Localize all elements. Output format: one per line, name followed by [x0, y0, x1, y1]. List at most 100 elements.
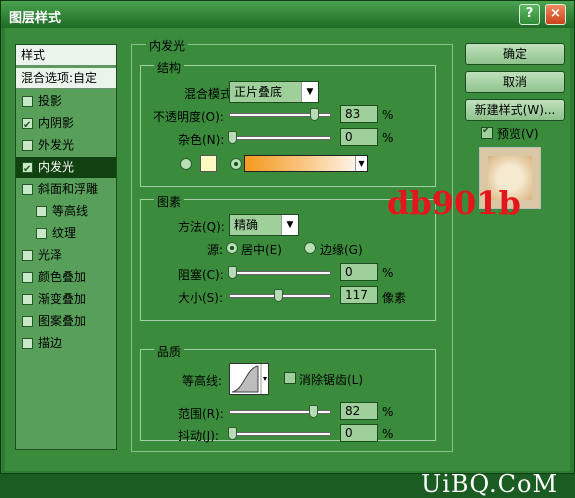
noise-slider-thumb[interactable]: [228, 131, 237, 144]
style-item[interactable]: 颜色叠加: [16, 267, 116, 288]
jitter-unit: %: [382, 427, 394, 441]
quality-title: 品质: [154, 343, 185, 360]
style-item-checkbox[interactable]: [36, 228, 47, 239]
style-item-label: 内发光: [38, 160, 75, 174]
style-item[interactable]: 投影: [16, 91, 116, 112]
cancel-button[interactable]: 取消: [465, 71, 565, 93]
style-item-checkbox[interactable]: [22, 250, 33, 261]
noise-label: 杂色(N):: [178, 133, 225, 147]
contour-picker[interactable]: [229, 363, 269, 395]
watermark-text: db901b: [387, 184, 521, 222]
method-value: 精确: [234, 218, 259, 232]
style-item-label: 描边: [38, 336, 63, 350]
style-item[interactable]: 渐变叠加: [16, 289, 116, 310]
contour-label: 等高线:: [182, 374, 223, 388]
size-slider-thumb[interactable]: [274, 289, 283, 302]
range-slider-thumb[interactable]: [309, 405, 318, 418]
style-item-label: 图案叠加: [38, 314, 87, 328]
opacity-slider[interactable]: [229, 108, 331, 121]
style-item-label: 外发光: [38, 138, 75, 152]
source-center-label[interactable]: 居中(E): [241, 241, 282, 258]
style-item-checkbox[interactable]: [22, 160, 33, 180]
size-slider[interactable]: [229, 289, 331, 302]
choke-input[interactable]: 0: [340, 263, 378, 281]
new-style-button[interactable]: 新建样式(W)...: [465, 99, 565, 121]
blend-mode-select[interactable]: 正片叠底 ▼: [229, 81, 319, 103]
size-label: 大小(S):: [178, 291, 224, 305]
jitter-slider-thumb[interactable]: [228, 427, 237, 440]
style-item[interactable]: 描边: [16, 333, 116, 354]
source-label: 源:: [207, 243, 224, 257]
inner-glow-panel: 内发光 结构 混合模式: 正片叠底 ▼ 不透明度(O): 83 % 杂色(N):…: [131, 37, 453, 452]
jitter-slider[interactable]: [228, 427, 331, 440]
style-item-label: 投影: [38, 94, 63, 108]
noise-input[interactable]: 0: [340, 128, 378, 146]
gradient-mode-radio[interactable]: [230, 158, 242, 170]
jitter-input[interactable]: 0: [340, 424, 378, 442]
style-item-checkbox[interactable]: [22, 272, 33, 283]
style-item[interactable]: 光泽: [16, 245, 116, 266]
opacity-label: 不透明度(O):: [153, 110, 224, 124]
noise-unit: %: [382, 131, 394, 145]
style-item-checkbox[interactable]: [22, 184, 33, 195]
style-item-label: 颜色叠加: [38, 270, 87, 284]
style-item-checkbox[interactable]: [22, 116, 33, 136]
style-item-label: 纹理: [52, 226, 77, 240]
structure-title: 结构: [154, 59, 185, 76]
size-unit: 像素: [382, 291, 407, 305]
method-label: 方法(Q):: [178, 220, 225, 234]
antialias-label[interactable]: 消除锯齿(L): [299, 371, 363, 388]
style-item-checkbox[interactable]: [22, 140, 33, 151]
style-item-label: 斜面和浮雕: [38, 182, 99, 196]
blend-mode-value: 正片叠底: [234, 85, 283, 99]
opacity-unit: %: [382, 108, 394, 122]
antialias-checkbox[interactable]: [284, 372, 296, 384]
dialog-client-area: 样式 混合选项:自定 投影内阴影外发光内发光斜面和浮雕等高线纹理光泽颜色叠加渐变…: [5, 28, 570, 498]
source-edge-radio[interactable]: [304, 242, 316, 254]
style-item[interactable]: 内阴影: [16, 113, 116, 136]
chevron-down-icon: ▼: [355, 156, 367, 171]
ok-button[interactable]: 确定: [465, 43, 565, 65]
title-bar: 图层样式 ? ×: [1, 1, 574, 28]
site-logo: UiBQ.CoM: [421, 470, 559, 498]
close-button[interactable]: ×: [545, 4, 566, 25]
glow-gradient-picker[interactable]: ▼: [244, 155, 368, 172]
style-item-label: 渐变叠加: [38, 292, 87, 306]
range-slider[interactable]: [229, 405, 331, 418]
styles-header[interactable]: 样式: [16, 45, 116, 66]
chevron-down-icon: ▼: [301, 82, 318, 102]
noise-slider[interactable]: [228, 131, 331, 144]
color-mode-radio[interactable]: [180, 158, 192, 170]
chevron-down-icon: ▼: [281, 215, 298, 235]
opacity-input[interactable]: 83: [340, 105, 378, 123]
source-edge-label[interactable]: 边缘(G): [320, 241, 363, 258]
layer-style-dialog: 图层样式 ? × 样式 混合选项:自定 投影内阴影外发光内发光斜面和浮雕等高线纹…: [0, 0, 575, 498]
style-item[interactable]: 图案叠加: [16, 311, 116, 332]
choke-slider[interactable]: [228, 266, 331, 279]
range-input[interactable]: 82: [340, 402, 378, 420]
style-item-checkbox[interactable]: [22, 338, 33, 349]
choke-unit: %: [382, 266, 394, 280]
preview-checkbox[interactable]: [481, 125, 493, 139]
help-button[interactable]: ?: [519, 4, 540, 25]
source-center-radio[interactable]: [226, 242, 238, 254]
preview-label[interactable]: 预览(V): [497, 125, 539, 142]
style-item[interactable]: 纹理: [16, 223, 116, 244]
style-item[interactable]: 内发光: [16, 157, 116, 180]
style-item-checkbox[interactable]: [22, 316, 33, 327]
style-item-checkbox[interactable]: [36, 206, 47, 217]
style-item[interactable]: 等高线: [16, 201, 116, 222]
jitter-label: 抖动(J):: [178, 429, 219, 443]
glow-color-swatch[interactable]: [200, 155, 217, 172]
style-item[interactable]: 外发光: [16, 135, 116, 156]
style-item-checkbox[interactable]: [22, 294, 33, 305]
method-select[interactable]: 精确 ▼: [229, 214, 299, 236]
style-item-checkbox[interactable]: [22, 96, 33, 107]
choke-label: 阻塞(C):: [178, 268, 224, 282]
size-input[interactable]: 117: [340, 286, 378, 304]
style-item-label: 等高线: [52, 204, 89, 218]
style-item[interactable]: 斜面和浮雕: [16, 179, 116, 200]
blending-options-item[interactable]: 混合选项:自定: [16, 68, 116, 89]
choke-slider-thumb[interactable]: [228, 266, 237, 279]
opacity-slider-thumb[interactable]: [310, 108, 319, 121]
